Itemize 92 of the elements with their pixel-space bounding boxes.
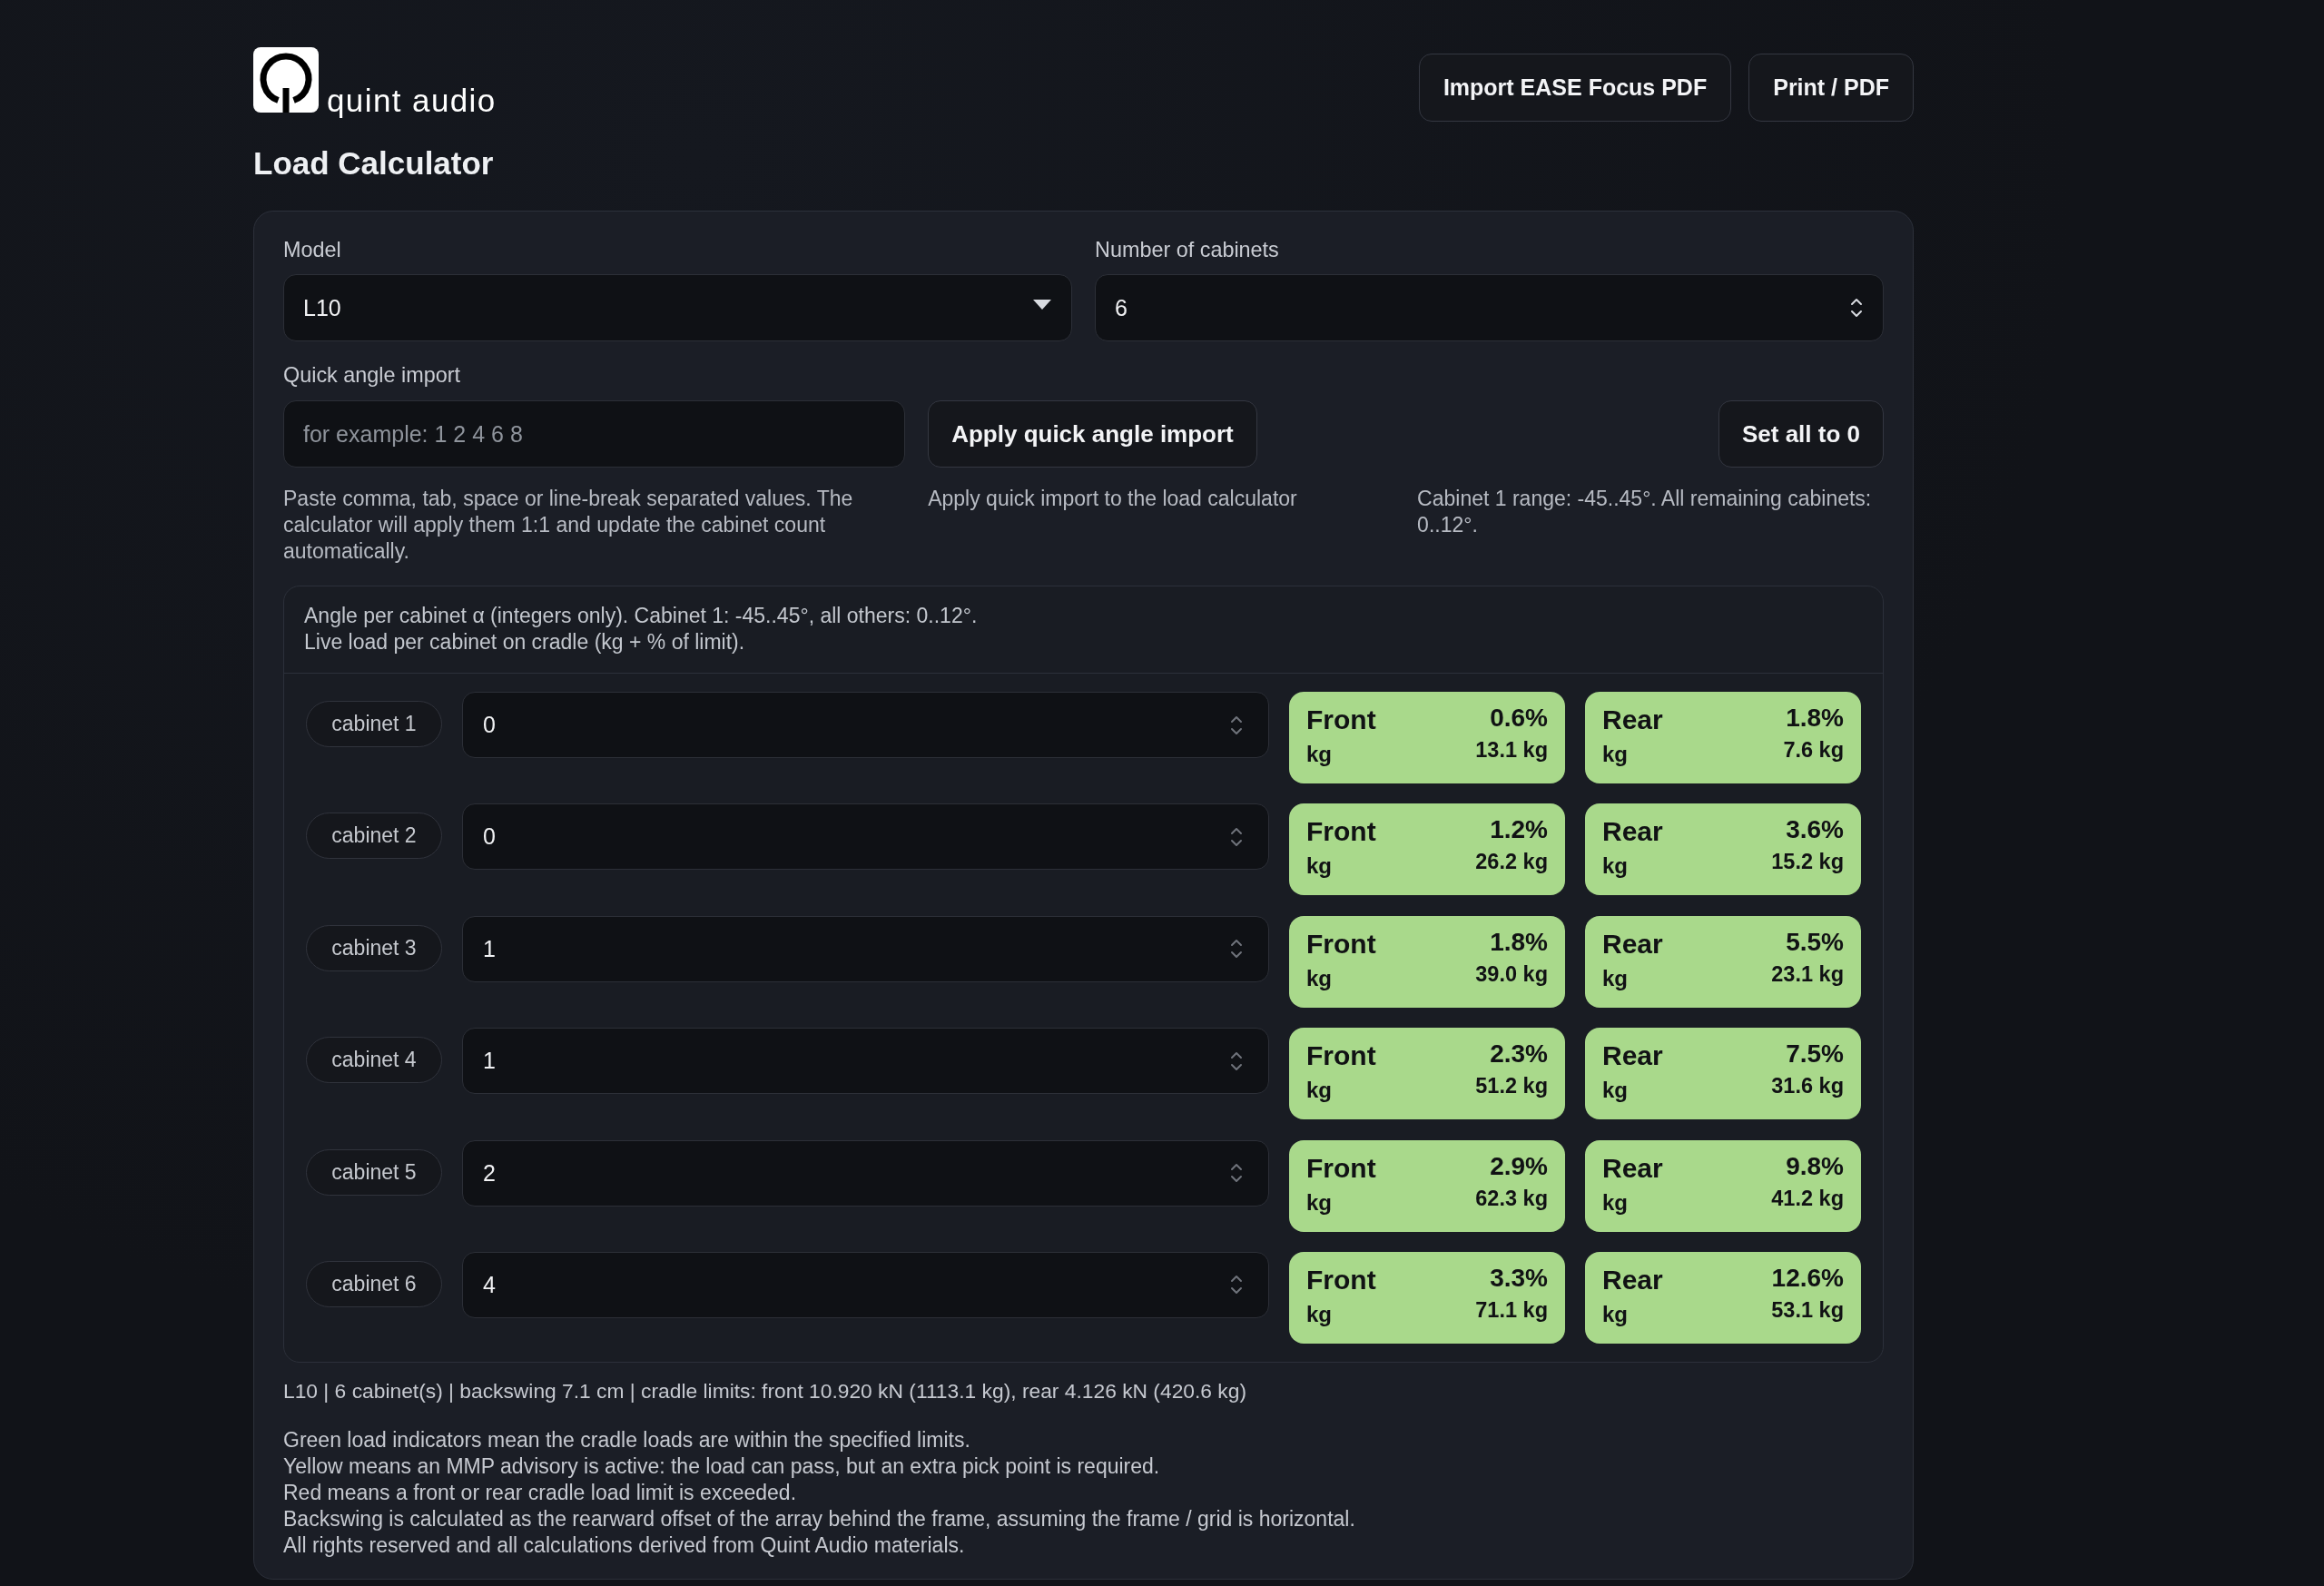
load-label: Front [1306, 1263, 1376, 1296]
load-unit: kg [1306, 853, 1332, 880]
range-hint: Cabinet 1 range: -45..45°. All remaining cabinets: 0..12°. [1417, 486, 1873, 538]
load-label: Front [1306, 1039, 1376, 1073]
spinner-icon [1230, 825, 1243, 848]
load-label: Rear [1602, 1263, 1663, 1296]
model-select[interactable]: L10 [283, 274, 1072, 341]
help-text: Paste comma, tab, space or line-break separated values. The calculator will apply them 1:1 and update the cabinet count automatically. [283, 486, 854, 565]
spinner-icon [1230, 1162, 1243, 1185]
field-label: Number of cabinets [1095, 237, 1279, 263]
load-label: Rear [1602, 815, 1663, 849]
load-percent: 0.6% [1490, 703, 1548, 734]
load-weight: 7.6 kg [1783, 737, 1844, 763]
load-unit: kg [1306, 1301, 1332, 1327]
load-weight: 26.2 kg [1475, 849, 1548, 875]
apply-import-button[interactable]: Apply quick angle import [928, 400, 1257, 468]
spinner-icon [1850, 297, 1863, 319]
logo-icon [253, 47, 319, 113]
load-weight: 13.1 kg [1475, 737, 1548, 763]
spinner-icon [1230, 1274, 1243, 1296]
angle-input[interactable]: 4 [462, 1251, 1269, 1318]
load-unit: kg [1306, 965, 1332, 991]
spinner-icon [1230, 714, 1243, 736]
field-label: Model [283, 237, 341, 263]
load-label: Rear [1602, 704, 1663, 736]
cabinet-tag: cabinet 5 [306, 1148, 442, 1196]
angle-input[interactable]: 1 [462, 915, 1269, 982]
load-unit: kg [1602, 1189, 1628, 1216]
load-unit: kg [1306, 742, 1332, 767]
load-unit: kg [1602, 1301, 1628, 1327]
apply-hint: Apply quick import to the load calculator [928, 486, 1298, 512]
load-percent: 1.2% [1490, 814, 1548, 846]
load-weight: 41.2 kg [1771, 1185, 1844, 1211]
load-weight: 51.2 kg [1475, 1073, 1548, 1099]
load-unit: kg [1602, 742, 1628, 767]
summary-text: L10 | 6 cabinet(s) | backswing 7.1 cm | cradle limits: front 10.920 kN (1113.1 kg), rear 4.126 kN (420.6 kg) [283, 1377, 1247, 1404]
note-text: Yellow means an MMP advisory is active: the load can pass, but an extra pick point is required. [283, 1453, 1161, 1480]
angle-input[interactable]: 0 [462, 692, 1269, 758]
note-text: Red means a front or rear cradle load limit is exceeded. [283, 1479, 798, 1506]
load-percent: 3.6% [1786, 814, 1844, 846]
import-pdf-button[interactable]: Import EASE Focus PDF [1418, 54, 1732, 122]
load-label: Front [1306, 1151, 1376, 1185]
load-label: Front [1306, 815, 1376, 849]
page-title: Load Calculator [253, 144, 495, 182]
load-percent: 1.8% [1490, 926, 1548, 958]
cabinet-tag: cabinet 1 [306, 701, 442, 747]
load-unit: kg [1602, 1078, 1628, 1104]
load-percent: 2.3% [1490, 1039, 1548, 1070]
load-unit: kg [1602, 853, 1628, 880]
load-weight: 39.0 kg [1475, 960, 1548, 987]
load-weight: 71.1 kg [1475, 1296, 1548, 1323]
cabinet-tag: cabinet 2 [306, 813, 442, 860]
load-percent: 12.6% [1771, 1262, 1844, 1294]
load-label: Rear [1602, 1151, 1663, 1185]
cabinet-count-input[interactable]: 6 [1095, 274, 1884, 341]
load-percent: 5.5% [1786, 926, 1844, 958]
panel-intro: Angle per cabinet α (integers only). Cabinet 1: -45..45°, all others: 0..12°. [304, 603, 979, 629]
cabinet-tag: cabinet 6 [306, 1260, 442, 1307]
field-label: Quick angle import [283, 362, 460, 389]
load-percent: 2.9% [1490, 1150, 1548, 1182]
load-weight: 53.1 kg [1771, 1296, 1844, 1323]
load-unit: kg [1306, 1189, 1332, 1216]
load-label: Front [1306, 704, 1376, 736]
spinner-icon [1230, 1049, 1243, 1072]
set-all-zero-button[interactable]: Set all to 0 [1718, 400, 1884, 468]
load-percent: 1.8% [1786, 703, 1844, 734]
brand-name: quint audio [327, 84, 497, 116]
load-weight: 15.2 kg [1771, 849, 1844, 875]
cabinet-tag: cabinet 4 [306, 1037, 442, 1084]
load-label: Rear [1602, 927, 1663, 960]
load-unit: kg [1602, 965, 1628, 991]
load-unit: kg [1306, 1078, 1332, 1104]
spinner-icon [1230, 938, 1243, 960]
load-label: Rear [1602, 1039, 1663, 1073]
angle-input[interactable]: 2 [462, 1139, 1269, 1207]
load-weight: 62.3 kg [1475, 1185, 1548, 1211]
load-percent: 9.8% [1786, 1150, 1844, 1182]
note-text: All rights reserved and all calculations derived from Quint Audio materials. [283, 1532, 966, 1559]
angle-input[interactable]: 1 [462, 1028, 1269, 1095]
angle-input[interactable]: 0 [462, 803, 1269, 871]
load-label: Front [1306, 927, 1376, 960]
note-text: Green load indicators mean the cradle loads are within the specified limits. [283, 1426, 971, 1453]
load-weight: 31.6 kg [1771, 1073, 1844, 1099]
cabinet-tag: cabinet 3 [306, 924, 442, 971]
panel-intro: Live load per cabinet on cradle (kg + % of limit). [304, 629, 746, 655]
print-button[interactable]: Print / PDF [1748, 54, 1914, 122]
load-percent: 3.3% [1490, 1262, 1548, 1294]
caret-icon [1033, 300, 1051, 310]
quick-import-input[interactable]: for example: 1 2 4 6 8 [283, 400, 906, 468]
load-weight: 23.1 kg [1771, 960, 1844, 987]
load-percent: 7.5% [1786, 1039, 1844, 1070]
note-text: Backswing is calculated as the rearward offset of the array behind the frame, assuming the frame / grid is horizontal. [283, 1505, 1356, 1532]
